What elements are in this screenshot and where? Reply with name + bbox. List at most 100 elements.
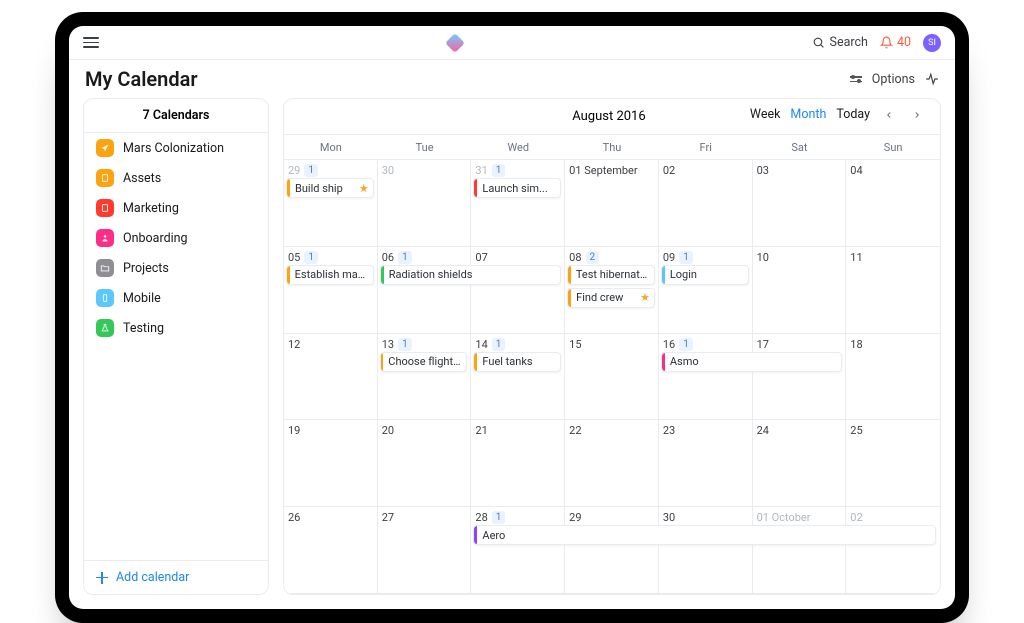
- calendar-event[interactable]: Establish mars ...: [286, 265, 374, 285]
- calendar-event[interactable]: Asmo: [661, 352, 842, 372]
- next-month-button[interactable]: [908, 107, 926, 126]
- day-number: 091: [663, 251, 748, 264]
- day-cell[interactable]: 051: [284, 247, 378, 334]
- options-button[interactable]: Options: [872, 72, 915, 87]
- activity-icon[interactable]: [925, 72, 939, 86]
- sidebar-item-label: Projects: [123, 261, 169, 276]
- calendar-event[interactable]: Choose flight m...: [380, 352, 468, 372]
- prev-month-button[interactable]: [880, 107, 898, 126]
- sidebar-item-label: Onboarding: [123, 231, 188, 246]
- event-label: Build ship: [295, 182, 343, 195]
- day-number: 061: [382, 251, 467, 264]
- calendar-grid: 2913031101 September02030405106107082091…: [284, 160, 940, 594]
- day-cell[interactable]: 15: [565, 334, 659, 421]
- day-number: 161: [663, 338, 748, 351]
- notifications-button[interactable]: 40: [880, 35, 911, 50]
- day-cell[interactable]: 29: [565, 507, 659, 594]
- event-label: Choose flight m...: [388, 355, 462, 368]
- day-number: 281: [475, 511, 560, 524]
- day-cell[interactable]: 21: [471, 420, 565, 507]
- menu-icon[interactable]: [83, 37, 99, 48]
- day-number: 30: [663, 511, 748, 524]
- day-cell[interactable]: 30: [659, 507, 753, 594]
- app-logo-icon[interactable]: [445, 33, 465, 53]
- event-label: Fuel tanks: [482, 355, 532, 368]
- day-cell[interactable]: 02: [659, 160, 753, 247]
- day-cell[interactable]: 20: [378, 420, 472, 507]
- day-cell[interactable]: 02: [846, 507, 940, 594]
- day-cell[interactable]: 291: [284, 160, 378, 247]
- calendar-event[interactable]: Fuel tanks: [473, 352, 561, 372]
- calendar-event[interactable]: Radiation shields: [380, 265, 561, 285]
- doc-icon: [96, 199, 114, 217]
- day-number: 311: [475, 164, 560, 177]
- page-title: My Calendar: [85, 67, 198, 91]
- calendar-event[interactable]: Launch sim...: [473, 178, 561, 198]
- event-label: Login: [670, 268, 697, 281]
- day-cell[interactable]: 27: [378, 507, 472, 594]
- sidebar-item-label: Mars Colonization: [123, 141, 224, 156]
- day-cell[interactable]: 091: [659, 247, 753, 334]
- day-cell[interactable]: 18: [846, 334, 940, 421]
- day-cell[interactable]: 19: [284, 420, 378, 507]
- flask-icon: [96, 319, 114, 337]
- view-week[interactable]: Week: [750, 107, 781, 126]
- calendar-event[interactable]: Find crew★: [567, 288, 655, 308]
- sidebar-item-projects[interactable]: Projects: [84, 253, 268, 283]
- day-cell[interactable]: 23: [659, 420, 753, 507]
- weekday-header: MonTueWedThuFriSatSun: [284, 135, 940, 160]
- event-label: Asmo: [670, 355, 699, 368]
- event-count-chip: 1: [304, 251, 318, 264]
- calendar-event[interactable]: Login: [661, 265, 749, 285]
- day-number: 082: [569, 251, 654, 264]
- day-cell[interactable]: 04: [846, 160, 940, 247]
- add-calendar-label: Add calendar: [116, 570, 189, 585]
- event-count-chip: 1: [492, 511, 506, 524]
- search-button[interactable]: Search: [812, 35, 868, 50]
- day-number: 15: [569, 338, 654, 351]
- plus-icon: [96, 572, 108, 584]
- sidebar-item-mars-colonization[interactable]: Mars Colonization: [84, 133, 268, 163]
- day-cell[interactable]: 12: [284, 334, 378, 421]
- event-color-bar: [662, 353, 665, 371]
- sidebar-item-mobile[interactable]: Mobile: [84, 283, 268, 313]
- day-cell[interactable]: 281: [471, 507, 565, 594]
- sidebar-item-testing[interactable]: Testing: [84, 313, 268, 343]
- view-month[interactable]: Month: [790, 107, 826, 126]
- add-calendar-button[interactable]: Add calendar: [84, 560, 268, 594]
- day-cell[interactable]: 311: [471, 160, 565, 247]
- day-cell[interactable]: 30: [378, 160, 472, 247]
- day-cell[interactable]: 10: [753, 247, 847, 334]
- calendar-event[interactable]: Test hibernatio...: [567, 265, 655, 285]
- day-cell[interactable]: 17: [753, 334, 847, 421]
- day-cell[interactable]: 01 October: [753, 507, 847, 594]
- view-today[interactable]: Today: [836, 107, 870, 126]
- event-count-chip: 1: [398, 251, 412, 264]
- day-cell[interactable]: 07: [471, 247, 565, 334]
- day-cell[interactable]: 141: [471, 334, 565, 421]
- sidebar-item-label: Marketing: [123, 201, 179, 216]
- avatar[interactable]: SI: [923, 34, 941, 52]
- calendar-event[interactable]: Build ship ★: [286, 178, 374, 198]
- day-cell[interactable]: 11: [846, 247, 940, 334]
- day-cell[interactable]: 25: [846, 420, 940, 507]
- day-number: 07: [475, 251, 560, 264]
- day-cell[interactable]: 26: [284, 507, 378, 594]
- day-cell[interactable]: 161: [659, 334, 753, 421]
- event-color-bar: [474, 353, 477, 371]
- day-cell[interactable]: 131: [378, 334, 472, 421]
- search-label: Search: [830, 35, 868, 50]
- day-cell[interactable]: 061: [378, 247, 472, 334]
- calendar-event[interactable]: Aero: [473, 525, 936, 545]
- event-color-bar: [474, 526, 477, 544]
- sidebar-item-marketing[interactable]: Marketing: [84, 193, 268, 223]
- star-icon: ★: [359, 182, 369, 195]
- day-cell[interactable]: 01 September: [565, 160, 659, 247]
- sidebar-item-onboarding[interactable]: Onboarding: [84, 223, 268, 253]
- day-cell[interactable]: 24: [753, 420, 847, 507]
- sidebar-item-assets[interactable]: Assets: [84, 163, 268, 193]
- arrow-icon: [96, 139, 114, 157]
- calendar-header: August 2016 Week Month Today: [284, 99, 940, 135]
- day-cell[interactable]: 03: [753, 160, 847, 247]
- day-cell[interactable]: 22: [565, 420, 659, 507]
